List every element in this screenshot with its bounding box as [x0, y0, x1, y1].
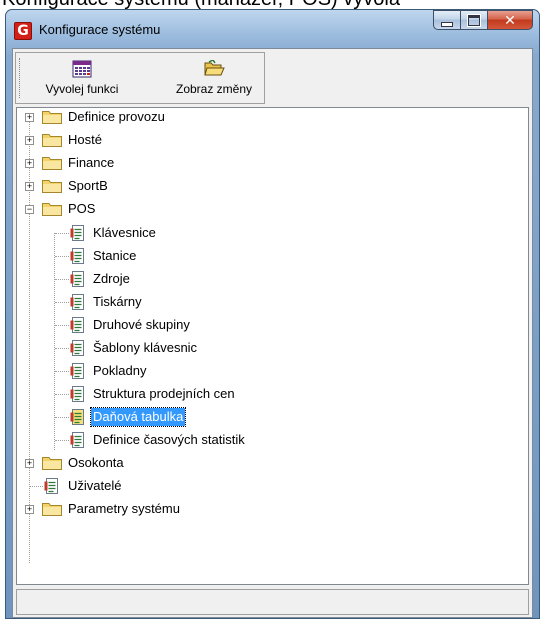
- expand-icon[interactable]: +: [25, 113, 34, 122]
- show-changes-button[interactable]: Zobraz změny: [164, 56, 264, 100]
- tree-item-osokonta[interactable]: + Osokonta: [17, 454, 317, 472]
- document-icon: [44, 478, 58, 494]
- tree-connector: [30, 486, 43, 487]
- status-bar: [16, 589, 529, 615]
- tree-connector: [55, 348, 69, 349]
- tree-item-zdroje[interactable]: Zdroje: [17, 270, 377, 288]
- tree-item-pos[interactable]: − POS: [17, 200, 317, 218]
- tree-item-stanice[interactable]: Stanice: [17, 247, 377, 265]
- tree-item-label: Hosté: [68, 132, 102, 147]
- tree-item-label: Definice provozu: [68, 109, 165, 124]
- tree-item-label: SportB: [68, 178, 108, 193]
- tree-item-pokladny[interactable]: Pokladny: [17, 362, 377, 380]
- tree-item-tiskarny[interactable]: Tiskárny: [17, 293, 377, 311]
- tree-connector: [55, 233, 69, 234]
- tree-item-struktura-prodejnich-cen[interactable]: Struktura prodejních cen: [17, 385, 377, 403]
- tree-item-label: Finance: [68, 155, 115, 170]
- client-area: Vyvolej funkci Zobraz změny + Definice p…: [12, 48, 533, 618]
- collapse-icon[interactable]: −: [25, 205, 34, 214]
- folder-open-icon: [42, 203, 62, 216]
- close-icon: ✕: [504, 11, 516, 28]
- tree-connector: [55, 440, 69, 441]
- tree-item-druhove-skupiny[interactable]: Druhové skupiny: [17, 316, 377, 334]
- window-title: Konfigurace systému: [39, 22, 161, 37]
- folder-icon: [42, 180, 62, 193]
- tree-item-label: Stanice: [93, 248, 137, 263]
- tree-item-label: Klávesnice: [93, 225, 156, 240]
- config-window: G Konfigurace systému ✕ Vyvolej funkci Z…: [5, 9, 540, 619]
- toolbar-grip[interactable]: [19, 58, 22, 98]
- tree-item-definice-casovych-statistik[interactable]: Definice časových statistik: [17, 431, 377, 449]
- tree-item-label: Druhové skupiny: [93, 317, 190, 332]
- tree-item-label: Daňová tabulka: [89, 407, 187, 427]
- document-icon: [70, 363, 84, 379]
- close-button[interactable]: ✕: [487, 10, 533, 30]
- document-icon: [70, 386, 84, 402]
- tree-item-uzivatele[interactable]: Uživatelé: [17, 477, 317, 495]
- minimize-icon: [441, 21, 453, 27]
- tree-item-definice-provozu[interactable]: + Definice provozu: [17, 108, 317, 126]
- maximize-button[interactable]: [460, 10, 487, 30]
- tree-item-label: Struktura prodejních cen: [93, 386, 235, 401]
- tree-connector: [55, 302, 69, 303]
- calendar-grid-icon: [72, 60, 92, 78]
- title-bar[interactable]: G Konfigurace systému ✕: [6, 10, 539, 48]
- document-icon: [70, 271, 84, 287]
- document-icon: [70, 432, 84, 448]
- tree-item-label: Uživatelé: [68, 478, 122, 493]
- maximize-icon: [467, 13, 481, 27]
- tree-item-label: Parametry systému: [68, 501, 180, 516]
- window-controls: ✕: [433, 10, 533, 31]
- folder-icon: [42, 111, 62, 124]
- open-folder-icon: [204, 60, 225, 76]
- show-changes-label: Zobraz změny: [175, 82, 253, 96]
- folder-icon: [42, 503, 62, 516]
- folder-icon: [42, 134, 62, 147]
- tree-item-label: POS: [68, 201, 96, 216]
- config-tree[interactable]: + Definice provozu + Hosté + Finance + S…: [16, 107, 529, 585]
- tree-item-parametry-systemu[interactable]: + Parametry systému: [17, 500, 317, 518]
- tree-item-sportb[interactable]: + SportB: [17, 177, 317, 195]
- background-window-title: Konfigurace systému (manažer, POS) vyvol…: [0, 0, 543, 9]
- folder-icon: [42, 157, 62, 170]
- tree-item-label: Definice časových statistik: [93, 432, 245, 447]
- tree-connector: [55, 371, 69, 372]
- tree-item-finance[interactable]: + Finance: [17, 154, 317, 172]
- document-icon: [70, 294, 84, 310]
- tree-item-sablony-klavesnic[interactable]: Šablony klávesnic: [17, 339, 377, 357]
- document-icon: [70, 225, 84, 241]
- folder-icon: [42, 457, 62, 470]
- tree-item-label: Šablony klávesnic: [93, 340, 198, 355]
- expand-icon[interactable]: +: [25, 182, 34, 191]
- tree-item-label: Tiskárny: [93, 294, 142, 309]
- toolbar: Vyvolej funkci Zobraz změny: [15, 52, 265, 104]
- tree-connector: [55, 279, 69, 280]
- expand-icon[interactable]: +: [25, 159, 34, 168]
- expand-icon[interactable]: +: [25, 459, 34, 468]
- document-selected-icon: [70, 409, 84, 425]
- tree-item-hoste[interactable]: + Hosté: [17, 131, 317, 149]
- expand-icon[interactable]: +: [25, 136, 34, 145]
- expand-icon[interactable]: +: [25, 505, 34, 514]
- document-icon: [70, 340, 84, 356]
- invoke-function-label: Vyvolej funkci: [45, 82, 119, 96]
- tree-connector: [55, 394, 69, 395]
- minimize-button[interactable]: [433, 10, 460, 30]
- tree-connector: [55, 417, 69, 418]
- tree-connector: [55, 325, 69, 326]
- invoke-function-button[interactable]: Vyvolej funkci: [26, 56, 138, 100]
- tree-item-klavesnice[interactable]: Klávesnice: [17, 224, 377, 242]
- tree-item-label: Pokladny: [93, 363, 147, 378]
- document-icon: [70, 248, 84, 264]
- document-icon: [70, 317, 84, 333]
- tree-item-label: Osokonta: [68, 455, 124, 470]
- tree-item-danova-tabulka[interactable]: Daňová tabulka: [17, 407, 377, 427]
- tree-item-label: Zdroje: [93, 271, 130, 286]
- app-icon[interactable]: G: [14, 22, 32, 40]
- tree-connector: [55, 256, 69, 257]
